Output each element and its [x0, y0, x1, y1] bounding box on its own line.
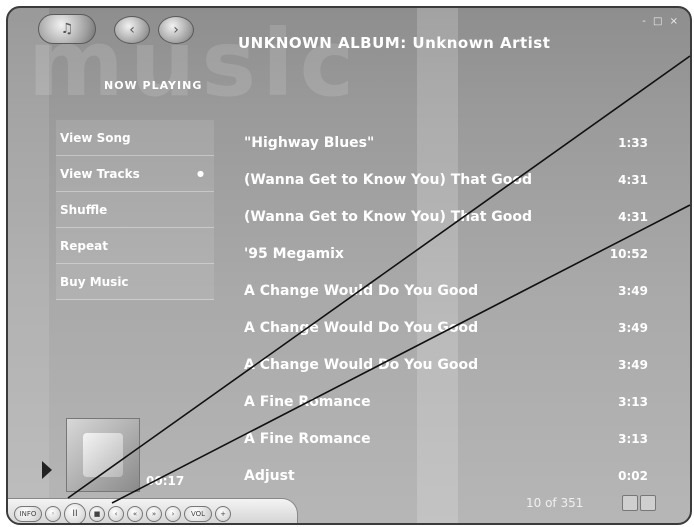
callout-lines	[67, 55, 691, 504]
callout-line-1	[67, 55, 691, 499]
callout-line-2	[111, 204, 691, 504]
